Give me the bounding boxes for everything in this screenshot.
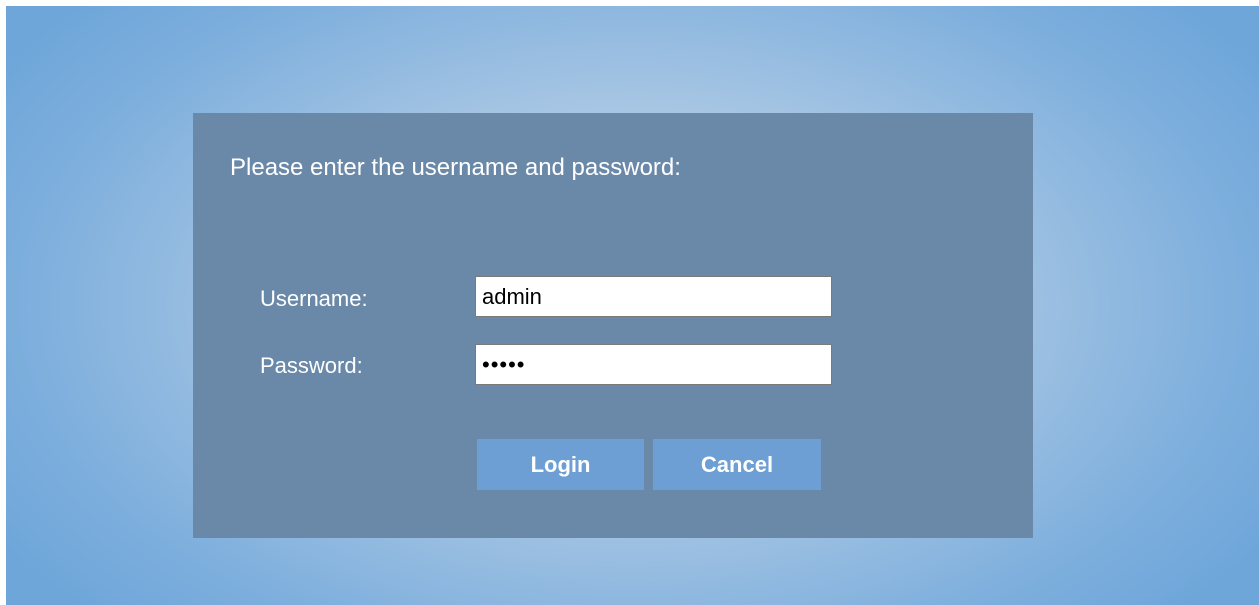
password-input[interactable] (475, 344, 832, 385)
login-dialog: Please enter the username and password: … (193, 113, 1033, 538)
password-label: Password: (260, 353, 363, 378)
username-input[interactable] (475, 276, 832, 317)
cancel-button[interactable]: Cancel (653, 439, 821, 490)
username-label: Username: (260, 286, 368, 311)
login-button[interactable]: Login (477, 439, 644, 490)
login-prompt: Please enter the username and password: (230, 154, 681, 181)
page-background: Please enter the username and password: … (6, 6, 1259, 605)
